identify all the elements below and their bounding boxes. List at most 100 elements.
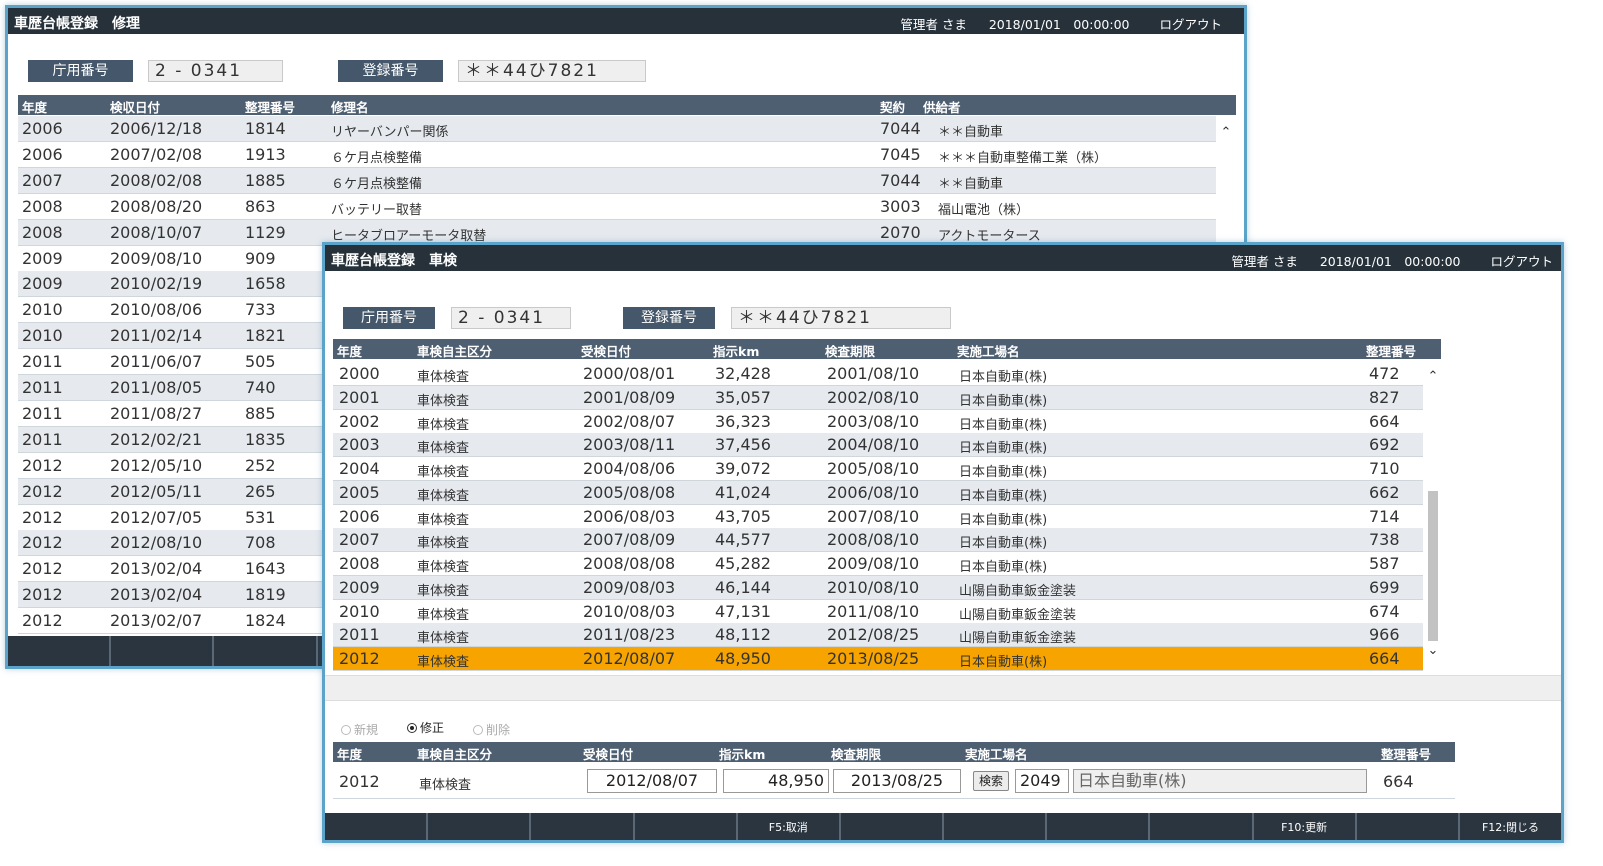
cell-ref-number: 1824 (245, 611, 286, 631)
cell-expiry: 2012/08/25 (827, 625, 920, 645)
table-row[interactable]: 2011 車体検査 2011/08/23 48,112 2012/08/25 山陽自動車鈑… (333, 623, 1423, 648)
cell-odometer: 35,057 (715, 387, 771, 407)
table-row[interactable]: 2007 2008/02/08 1885 ６ケ月点検整備 7044 ＊＊自動車 (18, 167, 1216, 194)
expiry-date-input[interactable]: 2013/08/25 (833, 769, 961, 793)
office-number-field: 2 - 0341 (451, 307, 571, 329)
inspection-scrollbar[interactable]: ⌃ ⌄ (1425, 363, 1441, 673)
table-row[interactable]: 2006 2006/12/18 1814 リヤーバンパー関係 7044 ＊＊自動車 (18, 116, 1216, 142)
cell-ref-number: 1814 (245, 119, 286, 138)
radio-delete[interactable]: 削除 (473, 721, 510, 738)
cell-ref-number: 664 (1369, 411, 1400, 431)
edit-form-header: 年度 車検自主区分 受検日付 指示km 検査期限 実施工場名 整理番号 (333, 742, 1455, 762)
fkey-f4[interactable] (635, 813, 738, 840)
logout-link[interactable]: ログアウト (1159, 17, 1222, 32)
office-number-label: 庁用番号 (28, 60, 133, 82)
inspection-function-keys: F5:取消 F10:更新 F12:閉じる (325, 813, 1561, 840)
scroll-up-icon[interactable]: ⌃ (1218, 125, 1234, 140)
table-row[interactable]: 2005 車体検査 2005/08/08 41,024 2006/08/10 日本自動車(… (333, 480, 1423, 505)
radio-edit[interactable]: 修正 (407, 719, 444, 736)
col-ref-number: 整理番号 (1366, 344, 1417, 359)
cell-expiry: 2010/08/10 (827, 577, 920, 597)
fkey[interactable] (214, 636, 318, 666)
cell-inspection-date: 2001/08/09 (583, 387, 676, 407)
scroll-down-icon[interactable]: ⌄ (1425, 643, 1441, 658)
cell-odometer: 44,577 (715, 530, 771, 550)
cell-acceptance-date: 2011/08/05 (110, 378, 203, 397)
cell-category: 車体検査 (417, 655, 470, 670)
cell-odometer: 45,282 (715, 554, 771, 573)
fkey-f8[interactable] (1047, 813, 1151, 840)
table-row[interactable]: 2006 車体検査 2006/08/03 43,705 2007/08/10 日本自動車(… (333, 505, 1423, 529)
fkey-f12-close[interactable]: F12:閉じる (1460, 813, 1561, 840)
cell-expiry: 2013/08/25 (827, 649, 920, 668)
fkey-f6[interactable] (841, 813, 945, 840)
cell-category: 車体検査 (417, 417, 470, 433)
col-inspection-date: 受検日付 (581, 344, 632, 359)
cell-year: 2012 (22, 507, 63, 527)
table-row[interactable]: 2003 車体検査 2003/08/11 37,456 2004/08/10 日本自動車(… (333, 433, 1423, 458)
fkey-f10-update[interactable]: F10:更新 (1254, 813, 1357, 840)
scroll-up-icon[interactable]: ⌃ (1425, 369, 1441, 384)
table-row[interactable]: 2000 車体検査 2000/08/01 32,428 2001/08/10 日本自動車(… (333, 362, 1423, 386)
inspection-date-input[interactable]: 2012/08/07 (587, 769, 717, 793)
fkey-f5-cancel[interactable]: F5:取消 (738, 813, 841, 840)
cell-year: 2011 (22, 403, 63, 423)
fkey-f1[interactable] (325, 813, 429, 840)
cell-acceptance-date: 2012/07/05 (110, 507, 203, 527)
cell-supplier: 福山電池（株） (938, 202, 1030, 218)
fkey-f11[interactable] (1357, 813, 1460, 840)
registration-number-field: ＊＊44ひ7821 (458, 60, 646, 82)
table-row[interactable]: 2007 車体検査 2007/08/09 44,577 2008/08/10 日本自動車(… (333, 528, 1423, 553)
table-row[interactable]: 2008 2008/08/20 863 バッテリー取替 3003 福山電池（株） (18, 194, 1216, 220)
registration-number-label: 登録番号 (338, 60, 443, 82)
odometer-input[interactable]: 48,950 (723, 769, 829, 793)
cell-factory: 日本自動車(株) (959, 655, 1048, 670)
scroll-thumb[interactable] (1428, 491, 1438, 641)
factory-code-input[interactable]: 2049 (1015, 769, 1069, 793)
repair-scrollbar[interactable]: ⌃ (1218, 121, 1234, 251)
cell-inspection-date: 2002/08/07 (583, 411, 676, 431)
cell-inspection-date: 2003/08/11 (583, 435, 676, 455)
cell-ref-number: 885 (245, 403, 276, 423)
cell-expiry: 2004/08/10 (827, 435, 920, 455)
table-row[interactable]: 2010 車体検査 2010/08/03 47,131 2011/08/10 山陽自動車鈑… (333, 600, 1423, 624)
col-category: 車検自主区分 (417, 344, 493, 359)
cell-ref-number: 827 (1369, 387, 1400, 407)
cell-year: 2010 (22, 300, 63, 320)
cell-acceptance-date: 2011/06/07 (110, 352, 203, 372)
form-ref-number: 664 (1383, 772, 1414, 791)
radio-new[interactable]: 新規 (341, 721, 378, 738)
col-year: 年度 (337, 344, 363, 359)
fkey[interactable] (111, 636, 215, 666)
cell-category: 車体検査 (417, 536, 470, 552)
registration-number-field: ＊＊44ひ7821 (731, 307, 951, 329)
cell-acceptance-date: 2010/08/06 (110, 300, 203, 320)
table-row-selected[interactable]: 2012 車体検査 2012/08/07 48,950 2013/08/25 日本自動車(… (333, 647, 1423, 671)
col-acceptance-date: 検収日付 (110, 100, 161, 115)
cell-year: 2000 (339, 364, 380, 383)
radio-edit-label: 修正 (420, 721, 445, 735)
fkey-f9[interactable] (1150, 813, 1254, 840)
table-row[interactable]: 2001 車体検査 2001/08/09 35,057 2002/08/10 日本自動車(… (333, 385, 1423, 410)
fkey-f7[interactable] (944, 813, 1048, 840)
fkey[interactable] (8, 636, 112, 666)
cell-repair-name: バッテリー取替 (331, 202, 423, 218)
table-row[interactable]: 2002 車体検査 2002/08/07 36,323 2003/08/10 日本自動車(… (333, 410, 1423, 434)
cell-acceptance-date: 2013/02/04 (110, 585, 203, 605)
table-row[interactable]: 2009 車体検査 2009/08/03 46,144 2010/08/10 山陽自動車鈑… (333, 575, 1423, 600)
cell-year: 2008 (22, 222, 63, 242)
col-ref-number: 整理番号 (245, 100, 296, 115)
fkey-f3[interactable] (531, 813, 635, 840)
logout-link[interactable]: ログアウト (1490, 254, 1553, 269)
cell-acceptance-date: 2012/05/11 (110, 481, 203, 501)
cell-ref-number: 472 (1369, 364, 1400, 383)
table-row[interactable]: 2004 車体検査 2004/08/06 39,072 2005/08/10 日本自動車(… (333, 457, 1423, 481)
fkey-f2[interactable] (428, 813, 532, 840)
search-button[interactable]: 検索 (973, 771, 1009, 791)
table-row[interactable]: 2008 車体検査 2008/08/08 45,282 2009/08/10 日本自動車(… (333, 552, 1423, 576)
cell-contract: 7044 (880, 119, 921, 138)
cell-odometer: 43,705 (715, 506, 771, 526)
form-col-category: 車検自主区分 (417, 747, 493, 762)
user-name: 管理者 さま (1231, 254, 1298, 269)
table-row[interactable]: 2006 2007/02/08 1913 ６ケ月点検整備 7045 ＊＊＊自動車整備工業（… (18, 142, 1216, 168)
